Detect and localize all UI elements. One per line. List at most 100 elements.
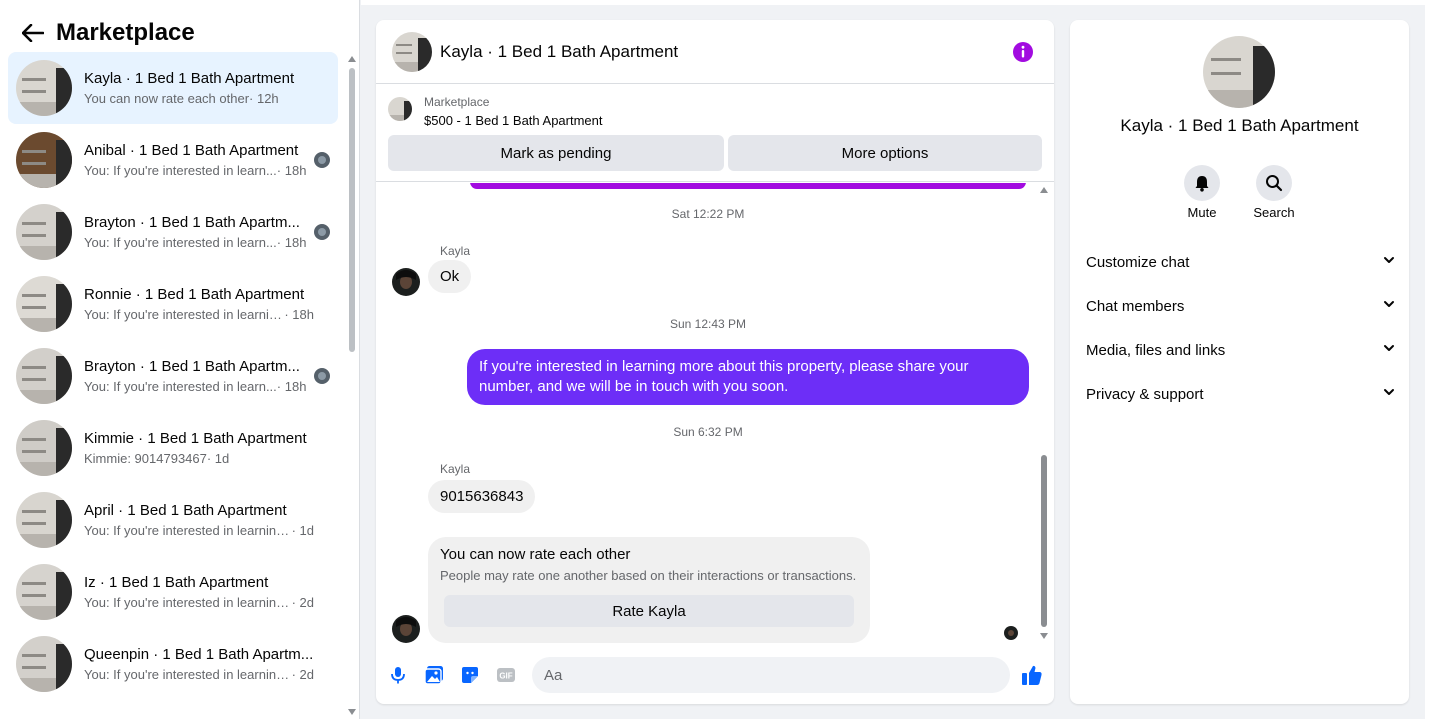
conversation-item[interactable]: Brayton · 1 Bed 1 Bath Apartm... You: If …	[8, 196, 338, 268]
scroll-thumb[interactable]	[1041, 455, 1047, 627]
preview-time: · 2d	[291, 594, 314, 610]
conversation-list: Kayla · 1 Bed 1 Bath Apartment You can no…	[8, 52, 338, 700]
chat-title: Kayla · 1 Bed 1 Bath Apartment	[440, 41, 679, 61]
conversation-preview: You: If you're interested in learning ..…	[84, 666, 314, 684]
conversation-info: Queenpin · 1 Bed 1 Bath Apartm... You: If…	[84, 645, 314, 684]
chat-scrollbar[interactable]	[1038, 183, 1050, 643]
incoming-message[interactable]: Ok	[428, 260, 472, 293]
incoming-message[interactable]: 9015636843	[428, 480, 536, 513]
rate-prompt-card: You can now rate each other People may r…	[428, 537, 870, 643]
privacy-support-section[interactable]: Privacy & support	[1086, 379, 1396, 409]
conversation-avatar	[16, 492, 72, 548]
rate-title: You can now rate each other	[440, 546, 631, 563]
conversation-avatar	[16, 636, 72, 692]
preview-time: · 1d	[206, 450, 230, 466]
preview-text: You: If you're interested in learn...	[84, 162, 277, 178]
preview-time: · 12h	[249, 90, 279, 106]
conversation-name: Brayton · 1 Bed 1 Bath Apartm...	[84, 213, 300, 231]
conversation-name: Kimmie · 1 Bed 1 Bath Apartment	[84, 429, 307, 447]
conversation-avatar	[16, 132, 72, 188]
sender-name: Kayla	[440, 462, 471, 476]
scroll-up-arrow[interactable]	[1040, 187, 1048, 193]
preview-text: You: If you're interested in learn...	[84, 378, 277, 394]
more-options-button[interactable]: More options	[728, 135, 1042, 171]
scroll-thumb[interactable]	[349, 68, 355, 352]
read-receipt-avatar	[314, 368, 330, 384]
chat-window: Kayla · 1 Bed 1 Bath Apartment Marketpla…	[376, 20, 1054, 704]
chat-avatar[interactable]	[392, 31, 432, 72]
conversation-name: Ronnie · 1 Bed 1 Bath Apartment	[84, 285, 305, 303]
listing-price-title[interactable]: $500 - 1 Bed 1 Bath Apartment	[424, 113, 603, 128]
sender-avatar[interactable]	[392, 615, 420, 643]
conversation-preview: You: If you're interested in learnin... …	[84, 306, 314, 324]
seen-indicator-avatar	[1004, 626, 1018, 640]
sticker-icon[interactable]	[460, 665, 480, 685]
mute-label: Mute	[1187, 205, 1217, 220]
sidebar-scrollbar[interactable]	[346, 52, 358, 719]
sender-avatar[interactable]	[392, 268, 420, 296]
conversation-item[interactable]: Ronnie · 1 Bed 1 Bath Apartment You: If y…	[8, 268, 338, 340]
rate-description: People may rate one another based on the…	[440, 568, 857, 583]
conversation-avatar	[16, 276, 72, 332]
sidebar-header: Marketplace	[20, 16, 195, 50]
preview-text: You: If you're interested in learn...	[84, 234, 277, 250]
rate-button[interactable]: Rate Kayla	[444, 595, 854, 627]
conversation-preview: You: If you're interested in learning ..…	[84, 594, 314, 612]
chat-details-panel: Kayla · 1 Bed 1 Bath Apartment Mute Sear…	[1070, 20, 1409, 704]
conversation-item[interactable]: Anibal · 1 Bed 1 Bath Apartment You: If y…	[8, 124, 338, 196]
read-receipt-avatar	[314, 224, 330, 240]
customize-chat-section[interactable]: Customize chat	[1086, 247, 1396, 277]
microphone-icon[interactable]	[388, 665, 408, 685]
top-strip	[361, 0, 1425, 5]
chat-members-section[interactable]: Chat members	[1086, 291, 1396, 321]
timestamp: Sat 12:22 PM	[671, 207, 745, 221]
conversation-item[interactable]: Queenpin · 1 Bed 1 Bath Apartm... You: If…	[8, 628, 338, 700]
search-action[interactable]: Search	[1244, 165, 1304, 220]
conversation-avatar	[16, 564, 72, 620]
outgoing-message[interactable]: If you're interested in learning more ab…	[467, 349, 1029, 405]
conversation-item[interactable]: Brayton · 1 Bed 1 Bath Apartm... You: If …	[8, 340, 338, 412]
conversation-info: Iz · 1 Bed 1 Bath Apartment You: If you'r…	[84, 573, 314, 612]
conversation-name: Anibal · 1 Bed 1 Bath Apartment	[84, 141, 299, 159]
conversation-sidebar: Marketplace Kayla · 1 Bed 1 Bath Apartme…	[0, 0, 360, 719]
listing-source: Marketplace	[424, 95, 490, 109]
conversation-item[interactable]: April · 1 Bed 1 Bath Apartment You: If yo…	[8, 484, 338, 556]
outgoing-message-line: number, and we will be in touch with you…	[479, 378, 789, 395]
conversation-preview: Kimmie: 9014793467 · 1d	[84, 450, 314, 468]
listing-thumbnail[interactable]	[388, 97, 412, 121]
scroll-up-arrow[interactable]	[348, 56, 356, 62]
search-label: Search	[1253, 205, 1295, 220]
gif-icon[interactable]: GIF	[496, 665, 516, 685]
listing-bar: Marketplace $500 - 1 Bed 1 Bath Apartmen…	[376, 84, 1054, 182]
preview-text: You: If you're interested in learnin...	[84, 306, 285, 322]
conversation-info: Kimmie · 1 Bed 1 Bath Apartment Kimmie: 9…	[84, 429, 314, 468]
message-input[interactable]	[532, 657, 1010, 693]
back-arrow-icon[interactable]	[20, 20, 46, 46]
chat-header: Kayla · 1 Bed 1 Bath Apartment	[376, 20, 1054, 84]
conversation-preview: You: If you're interested in learning ..…	[84, 522, 314, 540]
mute-action[interactable]: Mute	[1172, 165, 1232, 220]
profile-avatar[interactable]	[1203, 36, 1275, 108]
preview-text: You: If you're interested in learning ..…	[84, 594, 292, 610]
svg-text:GIF: GIF	[499, 672, 512, 681]
conversation-preview: You can now rate each other · 12h	[84, 90, 314, 108]
scroll-down-arrow[interactable]	[348, 709, 356, 715]
photo-icon[interactable]	[424, 665, 444, 685]
sidebar-title: Marketplace	[56, 19, 195, 46]
chevron-down-icon	[1382, 341, 1396, 359]
search-icon[interactable]	[1256, 165, 1292, 201]
bell-icon[interactable]	[1184, 165, 1220, 201]
preview-time: · 1d	[291, 522, 314, 538]
info-icon[interactable]	[1012, 41, 1034, 63]
preview-text: Kimmie: 9014793467	[84, 450, 207, 466]
conversation-item[interactable]: Kimmie · 1 Bed 1 Bath Apartment Kimmie: 9…	[8, 412, 338, 484]
conversation-item[interactable]: Iz · 1 Bed 1 Bath Apartment You: If you'r…	[8, 556, 338, 628]
thumbs-up-icon[interactable]	[1021, 664, 1042, 685]
conversation-preview: You: If you're interested in learn... · …	[84, 162, 314, 180]
media-files-links-section[interactable]: Media, files and links	[1086, 335, 1396, 365]
mark-as-pending-button[interactable]: Mark as pending	[388, 135, 724, 171]
conversation-avatar	[16, 420, 72, 476]
previous-outgoing-bubble	[470, 183, 1026, 189]
conversation-item[interactable]: Kayla · 1 Bed 1 Bath Apartment You can no…	[8, 52, 338, 124]
scroll-down-arrow[interactable]	[1040, 633, 1048, 639]
